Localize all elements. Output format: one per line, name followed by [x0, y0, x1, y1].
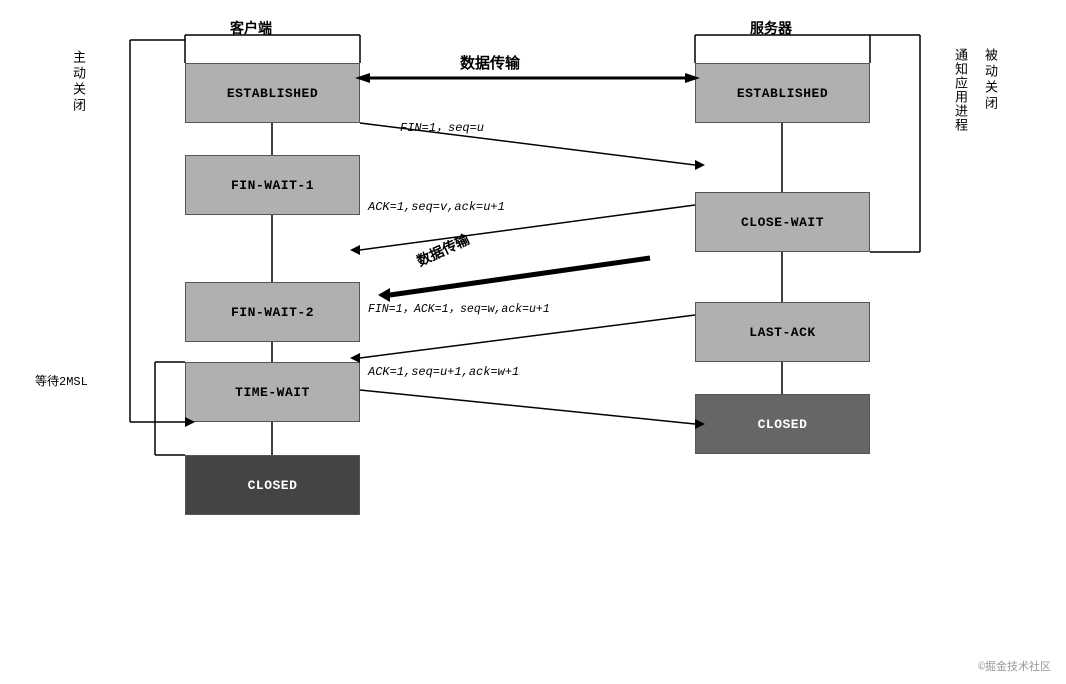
signal-ack1: ACK=1,seq=v,ack=u+1	[368, 200, 505, 214]
tcp-diagram: 客户端 服务器 主动关闭 被动关闭 通知应用进程 等待2MSL 数据传输 数据传…	[0, 0, 1066, 684]
data-transfer-top-label: 数据传输	[460, 52, 520, 73]
watermark: ©掘金技术社区	[978, 658, 1051, 674]
client-time-wait: TIME-WAIT	[185, 362, 360, 422]
client-fin-wait-2: FIN-WAIT-2	[185, 282, 360, 342]
client-fin-wait-1: FIN-WAIT-1	[185, 155, 360, 215]
server-last-ack: LAST-ACK	[695, 302, 870, 362]
passive-close-label: 被动关闭	[980, 48, 999, 112]
signal-fin2: FIN=1，ACK=1，seq=w,ack=u+1	[368, 300, 550, 316]
server-established: ESTABLISHED	[695, 63, 870, 123]
wait2msl-label: 等待2MSL	[35, 372, 88, 389]
server-close-wait: CLOSE-WAIT	[695, 192, 870, 252]
diagram-svg	[0, 0, 1066, 684]
signal-fin1: FIN=1，seq=u	[400, 118, 484, 135]
notify-app-label: 通知应用进程	[950, 48, 969, 132]
client-label: 客户端	[230, 18, 272, 38]
active-close-label: 主动关闭	[68, 50, 87, 114]
data-transfer-mid-label: 数据传输	[413, 229, 472, 271]
client-closed: CLOSED	[185, 455, 360, 515]
server-label: 服务器	[750, 18, 792, 38]
client-established: ESTABLISHED	[185, 63, 360, 123]
signal-ack2: ACK=1,seq=u+1,ack=w+1	[368, 365, 519, 379]
server-closed: CLOSED	[695, 394, 870, 454]
